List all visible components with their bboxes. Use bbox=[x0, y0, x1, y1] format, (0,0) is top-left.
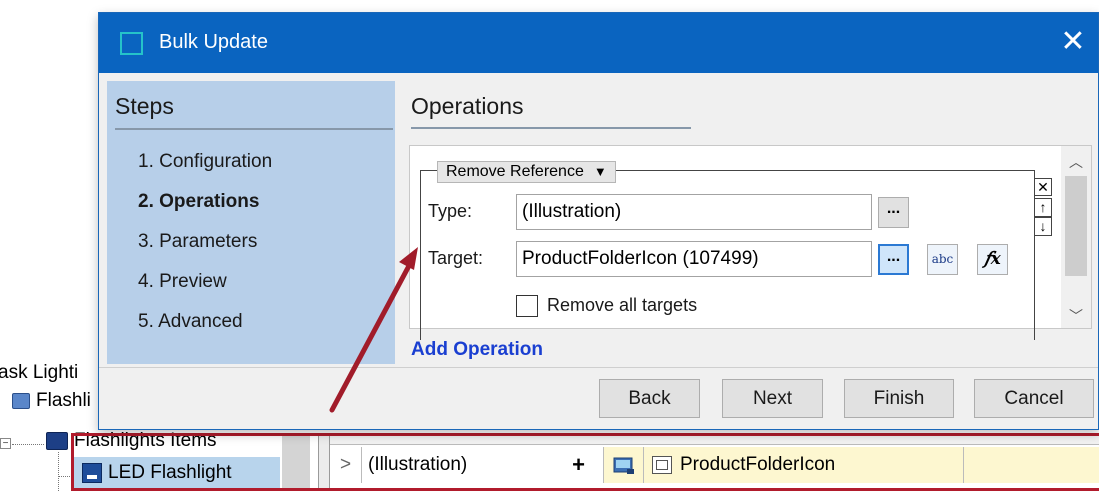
bulk-update-dialog: Bulk Update ✕ Steps 1. Configuration 2. … bbox=[98, 12, 1099, 430]
window-icon bbox=[652, 456, 672, 474]
row-expander[interactable]: > bbox=[330, 447, 362, 483]
steps-panel: Steps 1. Configuration 2. Operations 3. … bbox=[107, 81, 395, 364]
illustration-icon bbox=[604, 447, 644, 483]
target-label: Target: bbox=[428, 248, 484, 268]
remove-all-targets-label: Remove all targets bbox=[547, 295, 698, 315]
operation-kind-dropdown[interactable]: Remove Reference ▼ bbox=[437, 161, 616, 183]
step-preview[interactable]: 4. Preview bbox=[138, 271, 227, 293]
tree-item-label: Flashlights Items bbox=[74, 430, 217, 451]
back-button[interactable]: Back bbox=[599, 379, 700, 418]
divider bbox=[115, 128, 393, 130]
tree-item-label: ask Lighti bbox=[0, 362, 79, 383]
title-bar[interactable]: Bulk Update ✕ bbox=[99, 13, 1098, 73]
type-field[interactable]: (Illustration) bbox=[516, 194, 872, 230]
divider bbox=[99, 367, 1098, 368]
table-row[interactable]: > (Illustration) + ProductFolderIcon bbox=[330, 447, 1099, 483]
close-button[interactable]: ✕ bbox=[1048, 13, 1098, 73]
scroll-thumb[interactable] bbox=[1065, 176, 1087, 276]
steps-title: Steps bbox=[115, 93, 174, 119]
remove-operation-icon[interactable]: ✕ bbox=[1034, 178, 1052, 196]
type-browse-button[interactable]: ... bbox=[878, 197, 909, 228]
divider bbox=[411, 127, 691, 129]
fx-formula-button[interactable]: 𝑓x bbox=[977, 244, 1008, 275]
operation-group: Remove Reference ▼ Type: (Illustration) … bbox=[420, 161, 1035, 340]
add-icon[interactable]: + bbox=[572, 452, 585, 478]
target-browse-button[interactable]: ... bbox=[878, 244, 909, 275]
dialog-title: Bulk Update bbox=[159, 31, 268, 53]
target-field-value: ProductFolderIcon (107499) bbox=[522, 248, 759, 269]
operations-list: Remove Reference ▼ Type: (Illustration) … bbox=[409, 145, 1092, 340]
panel-splitter[interactable] bbox=[318, 433, 330, 491]
type-field-value: (Illustration) bbox=[522, 201, 622, 222]
tree-item-label: Flashli bbox=[36, 390, 91, 411]
type-cell: (Illustration) + bbox=[362, 447, 604, 483]
move-up-icon[interactable]: ↑ bbox=[1034, 198, 1052, 217]
scroll-down-icon[interactable]: ﹀ bbox=[1061, 306, 1091, 326]
tree-item-flashlights-items[interactable]: Flashlights Items bbox=[46, 430, 217, 452]
add-operation-link[interactable]: Add Operation bbox=[411, 339, 543, 361]
operation-kind-label: Remove Reference bbox=[446, 163, 584, 180]
remove-all-targets-checkbox[interactable] bbox=[516, 295, 538, 317]
step-configuration[interactable]: 1. Configuration bbox=[138, 151, 272, 173]
cancel-button[interactable]: Cancel bbox=[974, 379, 1094, 418]
finish-button[interactable]: Finish bbox=[844, 379, 954, 418]
step-advanced[interactable]: 5. Advanced bbox=[138, 311, 243, 333]
type-cell-text: (Illustration) bbox=[368, 454, 468, 475]
tree-item-task-lighting[interactable]: ask Lighti bbox=[0, 362, 78, 384]
target-field[interactable]: ProductFolderIcon (107499) bbox=[516, 241, 872, 277]
step-operations[interactable]: 2. Operations bbox=[138, 191, 259, 213]
grid-header bbox=[330, 433, 1099, 445]
reference-cell-text: ProductFolderIcon bbox=[680, 454, 836, 475]
operations-title: Operations bbox=[411, 93, 524, 119]
app-icon bbox=[120, 32, 143, 55]
step-parameters[interactable]: 3. Parameters bbox=[138, 231, 257, 253]
next-button[interactable]: Next bbox=[722, 379, 823, 418]
tree-scrollbar[interactable] bbox=[282, 433, 310, 491]
caret-down-icon: ▼ bbox=[593, 164, 607, 179]
tree-item-label: LED Flashlight bbox=[108, 462, 232, 483]
product-icon bbox=[82, 463, 102, 483]
move-down-icon[interactable]: ↓ bbox=[1034, 217, 1052, 236]
tree-item-flashlights[interactable]: Flashli bbox=[12, 390, 91, 412]
scroll-up-icon[interactable]: ︿ bbox=[1061, 152, 1091, 172]
reference-cell[interactable]: ProductFolderIcon bbox=[644, 447, 964, 483]
folder-icon bbox=[12, 393, 30, 409]
references-grid: > (Illustration) + ProductFolderIcon bbox=[330, 433, 1099, 491]
abc-text-button[interactable]: abc bbox=[927, 244, 958, 275]
folder-icon bbox=[46, 432, 68, 450]
operations-scrollbar[interactable]: ︿ ﹀ bbox=[1061, 146, 1091, 328]
type-label: Type: bbox=[428, 201, 473, 221]
tree-item-led-flashlight[interactable]: LED Flashlight bbox=[72, 457, 280, 491]
grid-cell bbox=[964, 447, 1099, 483]
tree-expander[interactable]: − bbox=[0, 438, 11, 449]
